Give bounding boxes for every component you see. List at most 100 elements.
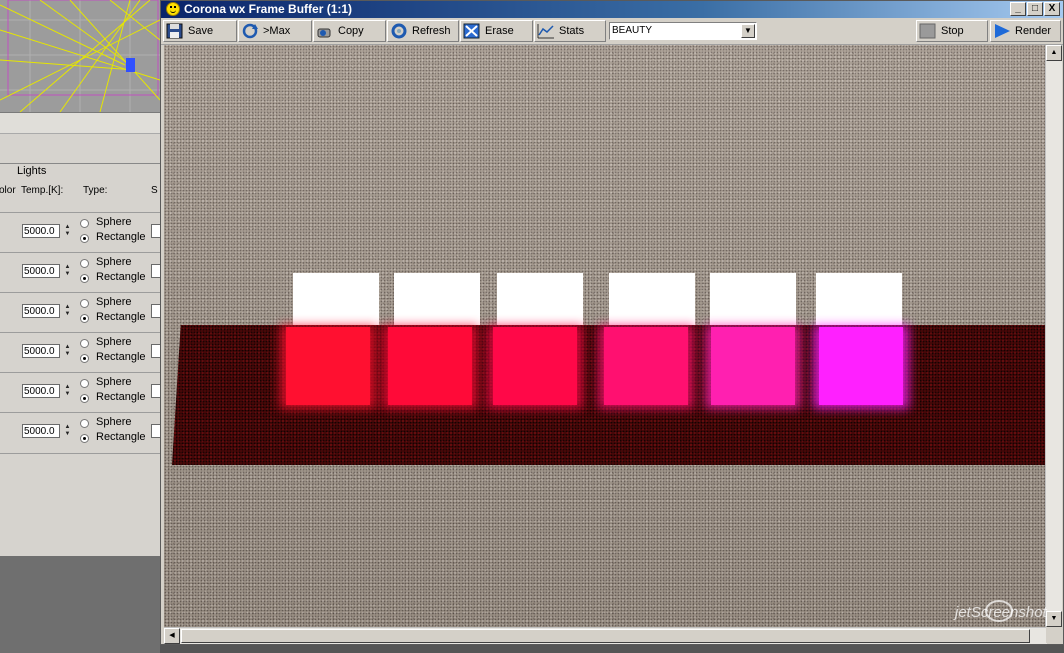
lights-rollout-title[interactable]: Lights — [17, 165, 46, 177]
temperature-spinner[interactable]: ▲ ▼ — [63, 264, 72, 278]
light-box — [710, 273, 796, 325]
light-core — [388, 327, 472, 405]
copy-button[interactable]: Copy — [313, 20, 386, 42]
rotate-arrows-icon — [242, 23, 258, 39]
horizontal-scroll-thumb[interactable] — [181, 629, 1030, 643]
rectangle-radio[interactable] — [80, 394, 89, 403]
size-input[interactable] — [151, 384, 160, 398]
close-button[interactable]: X — [1044, 2, 1060, 16]
erase-label: Erase — [485, 25, 514, 37]
size-input[interactable] — [151, 304, 160, 318]
temperature-spinner[interactable]: ▲ ▼ — [63, 424, 72, 438]
rectangle-label: Rectangle — [96, 351, 146, 363]
render-pass-select[interactable]: BEAUTY ▼ — [609, 22, 757, 40]
max-label: >Max — [263, 25, 291, 37]
chevron-down-icon[interactable]: ▼ — [741, 24, 755, 38]
rollout-divider — [0, 163, 160, 164]
erase-icon — [463, 23, 480, 39]
scroll-up-arrow[interactable]: ▲ — [1046, 45, 1062, 61]
light-core — [604, 327, 688, 405]
frame-buffer-window: Corona wx Frame Buffer (1:1) _ □ X Save … — [160, 0, 1064, 645]
rectangle-radio[interactable] — [80, 234, 89, 243]
temperature-spinner[interactable]: ▲ ▼ — [63, 224, 72, 238]
light-core — [286, 327, 370, 405]
render-pass-value: BEAUTY — [612, 25, 653, 36]
light-box — [609, 273, 695, 325]
wireframe-lines — [0, 0, 160, 112]
rectangle-radio[interactable] — [80, 274, 89, 283]
window-title: Corona wx Frame Buffer (1:1) — [184, 2, 353, 16]
stats-button[interactable]: Stats — [534, 20, 606, 42]
toolbar: Save >Max Copy Refresh Erase Stats BEAUT… — [161, 18, 1063, 45]
sphere-label: Sphere — [96, 376, 132, 388]
sphere-radio[interactable] — [80, 219, 89, 228]
lights-panel: Lights olor Temp.[K]: Type: S 5000.0 ▲ ▼ … — [0, 112, 160, 557]
temperature-spinner[interactable]: ▲ ▼ — [63, 384, 72, 398]
sphere-radio[interactable] — [80, 259, 89, 268]
light-core — [493, 327, 577, 405]
sphere-radio[interactable] — [80, 299, 89, 308]
temperature-input[interactable]: 5000.0 — [22, 304, 60, 318]
panel-separator-bar — [0, 113, 160, 134]
temperature-spinner[interactable]: ▲ ▼ — [63, 344, 72, 358]
light-box — [497, 273, 583, 325]
light-box — [394, 273, 480, 325]
size-input[interactable] — [151, 224, 160, 238]
refresh-button[interactable]: Refresh — [387, 20, 459, 42]
rectangle-radio[interactable] — [80, 434, 89, 443]
max-button[interactable]: >Max — [238, 20, 312, 42]
play-icon — [995, 24, 1010, 38]
temperature-input[interactable]: 5000.0 — [22, 224, 60, 238]
maximize-button[interactable]: □ — [1027, 2, 1043, 16]
stop-icon — [919, 23, 936, 39]
render-image[interactable] — [164, 45, 1047, 627]
sphere-radio[interactable] — [80, 379, 89, 388]
light-row: 5000.0 ▲ ▼ Sphere Rectangle — [0, 212, 160, 253]
light-row: 5000.0 ▲ ▼ Sphere Rectangle — [0, 412, 160, 454]
scroll-left-arrow[interactable]: ◀ — [164, 628, 180, 644]
save-button[interactable]: Save — [163, 20, 237, 42]
temperature-input[interactable]: 5000.0 — [22, 264, 60, 278]
render-label: Render — [1015, 25, 1052, 37]
copy-icon — [317, 28, 331, 38]
scroll-down-arrow[interactable]: ▼ — [1046, 611, 1062, 627]
light-core — [819, 327, 903, 405]
horizontal-scrollbar[interactable]: ◀ — [164, 627, 1047, 644]
temperature-input[interactable]: 5000.0 — [22, 424, 60, 438]
minimize-button[interactable]: _ — [1010, 2, 1026, 16]
temperature-input[interactable]: 5000.0 — [22, 344, 60, 358]
size-input[interactable] — [151, 264, 160, 278]
temperature-spinner[interactable]: ▲ ▼ — [63, 304, 72, 318]
sphere-label: Sphere — [96, 216, 132, 228]
sphere-radio[interactable] — [80, 339, 89, 348]
refresh-label: Refresh — [412, 25, 451, 37]
lower-viewport[interactable] — [0, 556, 160, 653]
rectangle-label: Rectangle — [96, 391, 146, 403]
title-bar[interactable]: Corona wx Frame Buffer (1:1) _ □ X — [161, 1, 1063, 18]
temperature-input[interactable]: 5000.0 — [22, 384, 60, 398]
scroll-corner — [1046, 627, 1062, 643]
size-input[interactable] — [151, 424, 160, 438]
stats-chart-icon — [537, 24, 554, 39]
light-core — [711, 327, 795, 405]
rectangle-radio[interactable] — [80, 314, 89, 323]
stop-label: Stop — [941, 25, 964, 37]
smiley-icon — [166, 2, 180, 16]
render-button[interactable]: Render — [990, 20, 1061, 42]
header-type: Type: — [83, 185, 108, 196]
refresh-icon — [391, 23, 407, 39]
erase-button[interactable]: Erase — [460, 20, 533, 42]
rectangle-label: Rectangle — [96, 271, 146, 283]
stop-button[interactable]: Stop — [916, 20, 988, 42]
viewport-wireframe[interactable] — [0, 0, 160, 112]
copy-label: Copy — [338, 25, 364, 37]
sphere-label: Sphere — [96, 256, 132, 268]
rectangle-radio[interactable] — [80, 354, 89, 363]
vertical-scrollbar[interactable]: ▲ ▼ — [1045, 45, 1062, 627]
size-input[interactable] — [151, 344, 160, 358]
sphere-radio[interactable] — [80, 419, 89, 428]
light-row: 5000.0 ▲ ▼ Sphere Rectangle — [0, 372, 160, 413]
light-row: 5000.0 ▲ ▼ Sphere Rectangle — [0, 292, 160, 333]
sphere-label: Sphere — [96, 336, 132, 348]
header-sp: S — [151, 185, 158, 196]
